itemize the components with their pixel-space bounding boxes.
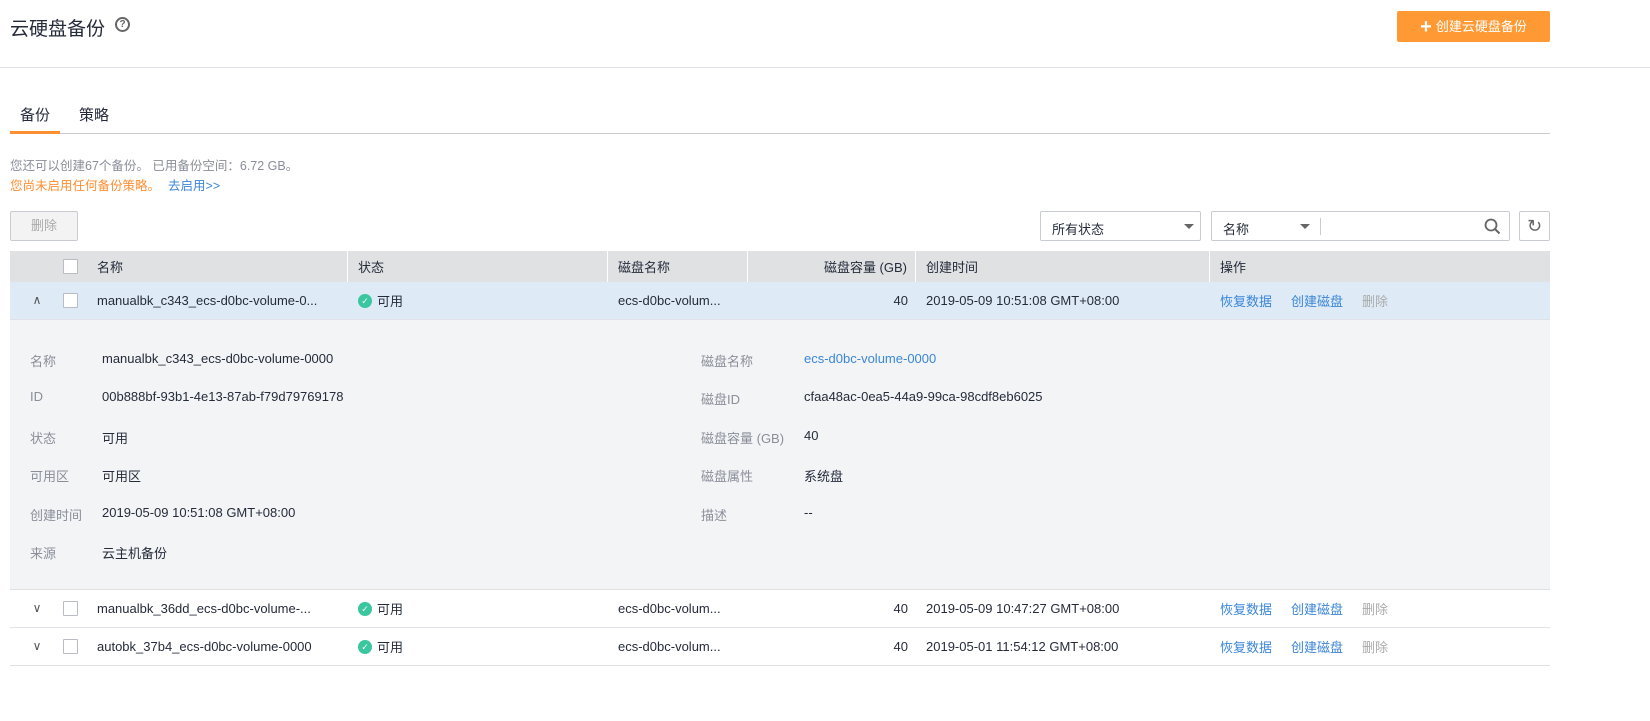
- select-all-checkbox[interactable]: [63, 258, 78, 274]
- tab-policy[interactable]: 策略: [69, 104, 119, 134]
- actions: 恢复数据 创建磁盘 删除: [1210, 628, 1388, 665]
- detail-value: --: [804, 504, 813, 520]
- disk-name: ecs-d0bc-volum...: [618, 293, 721, 308]
- detail-label: ID: [30, 389, 43, 405]
- status-text: 可用: [377, 294, 404, 309]
- detail-label: 创建时间: [30, 507, 83, 523]
- disk-name: ecs-d0bc-volum...: [618, 639, 721, 654]
- delete-button[interactable]: 删除: [10, 211, 78, 241]
- backup-name: manualbk_c343_ecs-d0bc-volume-0...: [97, 293, 318, 308]
- check-circle-icon: ✓: [358, 601, 372, 616]
- detail-value: manualbk_c343_ecs-d0bc-volume-0000: [102, 351, 334, 366]
- detail-label: 描述: [701, 507, 728, 523]
- detail-label: 磁盘属性: [701, 469, 754, 485]
- status-text: 可用: [377, 640, 404, 655]
- status: ✓ 可用: [348, 282, 403, 319]
- create-backup-button[interactable]: + 创建云硬盘备份: [1397, 11, 1550, 42]
- disk-name: ecs-d0bc-volum...: [618, 601, 721, 616]
- create-disk-link[interactable]: 创建磁盘: [1291, 599, 1343, 618]
- table-row[interactable]: ∨ manualbk_36dd_ecs-d0bc-volume-... ✓ 可用 …: [10, 590, 1550, 628]
- col-disk-name[interactable]: 磁盘名称: [608, 251, 748, 282]
- col-status[interactable]: 状态: [348, 251, 608, 282]
- col-created[interactable]: 创建时间: [916, 251, 1210, 282]
- detail-label: 可用区: [30, 469, 70, 485]
- detail-value: 可用区: [102, 469, 142, 485]
- tab-backup[interactable]: 备份: [10, 104, 61, 134]
- row-checkbox[interactable]: [63, 600, 78, 616]
- chevron-down-icon[interactable]: ∨: [30, 639, 44, 653]
- chevron-down-icon[interactable]: ∨: [30, 601, 44, 615]
- delete-link[interactable]: 删除: [1362, 599, 1388, 618]
- col-name[interactable]: 名称: [88, 251, 348, 282]
- detail-value: 云主机备份: [102, 546, 168, 561]
- backup-detail-panel: 名称 manualbk_c343_ecs-d0bc-volume-0000 ID 00…: [10, 320, 1550, 590]
- status: ✓ 可用: [348, 628, 403, 665]
- check-circle-icon: ✓: [358, 639, 372, 654]
- detail-value: 系统盘: [804, 469, 844, 485]
- check-circle-icon: ✓: [358, 293, 372, 308]
- create-backup-label: 创建云硬盘备份: [1435, 19, 1527, 34]
- row-checkbox[interactable]: [63, 638, 78, 654]
- detail-label: 来源: [30, 546, 57, 561]
- capacity: 40: [893, 293, 908, 308]
- refresh-icon[interactable]: ↻: [1519, 211, 1550, 241]
- disk-name-link[interactable]: ecs-d0bc-volume-0000: [804, 351, 936, 366]
- question-circle-icon[interactable]: ?: [115, 17, 130, 32]
- create-disk-link[interactable]: 创建磁盘: [1291, 637, 1343, 656]
- enable-policy-link[interactable]: 去启用>>: [168, 179, 220, 193]
- created-time: 2019-05-01 11:54:12 GMT+08:00: [926, 639, 1119, 654]
- caret-down-icon: [1184, 224, 1194, 229]
- delete-link[interactable]: 删除: [1362, 291, 1388, 310]
- table-header: 名称 状态 磁盘名称 磁盘容量 (GB) 创建时间 操作: [10, 251, 1550, 282]
- search-box: 名称: [1211, 211, 1510, 241]
- detail-value: cfaa48ac-0ea5-44a9-99ca-98cdf8eb6025: [804, 389, 1043, 405]
- delete-link[interactable]: 删除: [1362, 637, 1388, 656]
- status-text: 可用: [377, 602, 404, 617]
- restore-data-link[interactable]: 恢复数据: [1220, 599, 1272, 618]
- plus-icon: +: [1420, 16, 1432, 38]
- capacity: 40: [893, 601, 908, 616]
- status: ✓ 可用: [348, 590, 403, 627]
- detail-value: 40: [804, 427, 819, 443]
- page-title: 云硬盘备份: [10, 19, 106, 40]
- chevron-up-icon[interactable]: ∧: [30, 293, 44, 307]
- detail-value: 2019-05-09 10:51:08 GMT+08:00: [102, 504, 296, 520]
- divider: [0, 67, 1650, 68]
- divider: [1320, 218, 1321, 235]
- status-filter-value: 所有状态: [1052, 222, 1105, 237]
- restore-data-link[interactable]: 恢复数据: [1220, 637, 1272, 656]
- quota-info: 您还可以创建67个备份。 已用备份空间：6.72 GB。: [10, 159, 299, 173]
- detail-value: 00b888bf-93b1-4e13-87ab-f79d79769178: [102, 389, 344, 405]
- search-input[interactable]: [1324, 214, 1474, 238]
- detail-label: 磁盘ID: [701, 392, 741, 408]
- capacity: 40: [893, 639, 908, 654]
- created-time: 2019-05-09 10:51:08 GMT+08:00: [926, 293, 1120, 308]
- actions: 恢复数据 创建磁盘 删除: [1210, 282, 1388, 319]
- search-icon[interactable]: [1484, 218, 1501, 235]
- table-row[interactable]: ∧ manualbk_c343_ecs-d0bc-volume-0... ✓ 可用…: [10, 282, 1550, 320]
- actions: 恢复数据 创建磁盘 删除: [1210, 590, 1388, 627]
- tab-bar: 备份 策略: [10, 104, 1550, 134]
- policy-warning: 您尚未启用任何备份策略。 去启用>>: [10, 175, 220, 194]
- status-filter-select[interactable]: 所有状态: [1040, 211, 1201, 241]
- policy-warning-text: 您尚未启用任何备份策略。: [10, 179, 161, 193]
- restore-data-link[interactable]: 恢复数据: [1220, 291, 1272, 310]
- table-row[interactable]: ∨ autobk_37b4_ecs-d0bc-volume-0000 ✓ 可用 e…: [10, 628, 1550, 666]
- create-disk-link[interactable]: 创建磁盘: [1291, 291, 1343, 310]
- row-checkbox[interactable]: [63, 292, 78, 308]
- detail-label: 名称: [30, 354, 57, 369]
- caret-down-icon: [1300, 224, 1310, 229]
- col-actions: 操作: [1220, 260, 1247, 275]
- created-time: 2019-05-09 10:47:27 GMT+08:00: [926, 601, 1120, 616]
- detail-value: 可用: [102, 430, 129, 446]
- search-field-select[interactable]: 名称: [1223, 219, 1249, 238]
- col-capacity[interactable]: 磁盘容量 (GB): [748, 251, 916, 282]
- detail-label: 状态: [30, 430, 57, 446]
- detail-label: 磁盘名称: [701, 354, 754, 369]
- backup-name: manualbk_36dd_ecs-d0bc-volume-...: [97, 601, 311, 616]
- detail-label: 磁盘容量 (GB): [701, 430, 785, 446]
- backup-name: autobk_37b4_ecs-d0bc-volume-0000: [97, 639, 312, 654]
